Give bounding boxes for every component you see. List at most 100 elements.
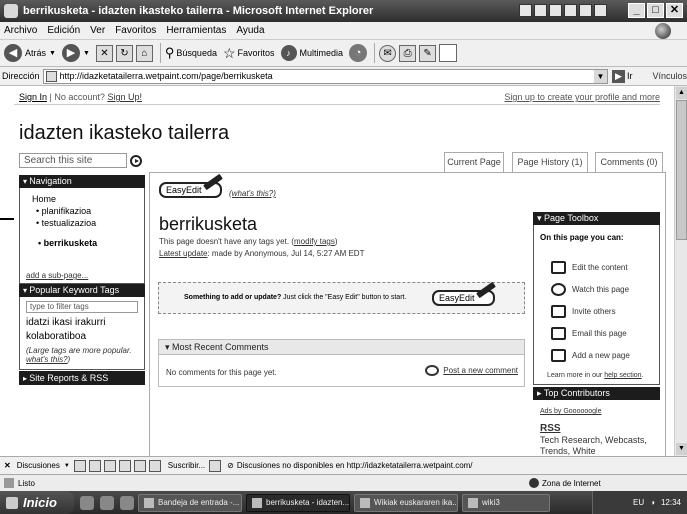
sign-up-link[interactable]: Sign Up! <box>107 92 142 102</box>
messenger-button[interactable] <box>439 44 458 62</box>
discussion-pane-icon[interactable] <box>209 459 222 472</box>
scroll-down-icon[interactable]: ▼ <box>676 443 687 455</box>
latest-update-link[interactable]: Latest update <box>159 249 207 258</box>
site-title[interactable]: idazten ikasteko tailerra <box>19 122 229 145</box>
tag-filter-input[interactable]: type to filter tags <box>26 301 138 313</box>
search-input[interactable]: Search this site <box>19 153 127 168</box>
tag-link[interactable]: ikasi <box>52 317 72 328</box>
add-subpage-link[interactable]: add a sub-page... <box>26 271 88 280</box>
vertical-scrollbar[interactable]: ▲ ▼ <box>674 86 687 456</box>
rss-ad-title[interactable]: RSS <box>540 423 561 434</box>
tags-whats-this-link[interactable]: what's this? <box>26 355 68 364</box>
easyedit-top-button[interactable]: EasyEdit <box>159 173 223 198</box>
globe-icon <box>529 478 539 488</box>
menu-tools[interactable]: Herramientas <box>166 25 226 36</box>
task-wiki3[interactable]: wiki3 <box>462 493 550 512</box>
scroll-thumb[interactable] <box>676 100 687 240</box>
search-go-button[interactable] <box>130 155 142 167</box>
favorites-button[interactable]: ☆ Favoritos <box>223 45 275 62</box>
add-page-button[interactable]: Add a new page <box>551 349 630 362</box>
navigation-header[interactable]: Navigation <box>19 175 145 188</box>
menu-favorites[interactable]: Favoritos <box>115 25 156 36</box>
email-page-button[interactable]: Email this page <box>551 327 627 340</box>
nav-item-home[interactable]: Home <box>32 194 144 204</box>
tab-current-page[interactable]: Current Page <box>444 152 504 172</box>
whats-this-link[interactable]: (what's this?) <box>229 189 276 198</box>
subscribe-button[interactable]: Suscribir... <box>168 461 205 470</box>
discussion-tool-icon[interactable] <box>88 459 101 472</box>
back-button[interactable]: ◀ Atrás ▼ <box>4 44 56 62</box>
menu-file[interactable]: Archivo <box>4 25 37 36</box>
comments-title: Most Recent Comments <box>172 342 269 352</box>
watch-page-button[interactable]: Watch this page <box>551 283 629 296</box>
tag-link[interactable]: irakurri <box>75 317 106 328</box>
task-browser[interactable]: berrikusketa - idazten... <box>246 493 350 512</box>
refresh-button[interactable]: ↻ <box>115 44 133 62</box>
menu-help[interactable]: Ayuda <box>236 25 264 36</box>
discussion-tool-icon[interactable] <box>133 459 146 472</box>
tag-link[interactable]: idatzi <box>26 317 49 328</box>
signup-profile-link[interactable]: Sign up to create your profile and more <box>504 92 660 102</box>
discussion-tool-icon[interactable] <box>73 459 86 472</box>
close-button[interactable]: ✕ <box>666 3 683 18</box>
print-button[interactable]: ⎙ <box>399 44 417 62</box>
no-tags-end: ) <box>334 237 338 246</box>
menu-view[interactable]: Ver <box>90 25 105 36</box>
modify-tags-link[interactable]: modify tags <box>294 237 335 246</box>
nav-item-berrikusketa[interactable]: • berrikusketa <box>32 238 144 248</box>
eye-icon <box>551 283 566 296</box>
menu-edit[interactable]: Edición <box>47 25 80 36</box>
multimedia-button[interactable]: ♪ Multimedia <box>280 45 343 61</box>
forward-button[interactable]: ▶ ▼ <box>61 44 90 62</box>
easyedit-button[interactable]: EasyEdit <box>432 281 496 306</box>
tray-icon-6 <box>594 4 607 17</box>
quicklaunch-icon[interactable] <box>80 495 94 510</box>
sign-in-link[interactable]: Sign In <box>19 92 47 102</box>
post-comment-link[interactable]: Post a new comment <box>425 365 518 376</box>
window-titlebar[interactable]: berrikusketa - idazten ikasteko tailerra… <box>0 0 687 22</box>
language-indicator[interactable]: EU <box>633 498 644 507</box>
task-wikiak[interactable]: Wikiak euskararen ika... <box>354 493 458 512</box>
discussion-tool-icon[interactable] <box>118 459 131 472</box>
stop-button[interactable]: ✕ <box>95 44 113 62</box>
nav-item-testualizazioa[interactable]: • testualizazioa <box>32 218 144 228</box>
home-button[interactable]: ⌂ <box>135 44 153 62</box>
site-reports-header[interactable]: Site Reports & RSS <box>19 371 145 385</box>
quicklaunch-icon[interactable] <box>100 495 114 510</box>
comments-header[interactable]: ▾ Most Recent Comments <box>159 340 524 355</box>
minimize-button[interactable]: _ <box>628 3 645 18</box>
history-button[interactable]: ◔ <box>349 44 368 62</box>
chevron-down-icon[interactable]: ▼ <box>593 69 607 83</box>
go-button[interactable]: ▶ Ir <box>611 69 632 83</box>
tab-comments[interactable]: Comments (0) <box>595 152 663 172</box>
volume-icon[interactable]: ◑ <box>650 498 655 507</box>
task-label: berrikusketa - idazten... <box>266 498 350 507</box>
help-section-link[interactable]: help section <box>604 372 641 379</box>
quicklaunch-icon[interactable] <box>120 495 134 510</box>
tags-header[interactable]: Popular Keyword Tags <box>19 284 145 297</box>
tag-cloud: idatzi ikasi irakurri kolaboratiboa <box>26 316 142 344</box>
chevron-down-icon[interactable]: ▼ <box>64 463 70 469</box>
discussion-tool-icon[interactable] <box>148 459 161 472</box>
url-input[interactable]: http://idazketatailerra.wetpaint.com/pag… <box>42 68 608 84</box>
tag-link[interactable]: kolaboratiboa <box>26 331 86 342</box>
close-discussion-icon[interactable]: ✕ <box>4 461 11 470</box>
links-button[interactable]: Vínculos <box>652 71 687 81</box>
tab-page-history[interactable]: Page History (1) <box>512 152 588 172</box>
start-button[interactable]: Inicio <box>0 491 74 514</box>
task-inbox[interactable]: Bandeja de entrada -... <box>138 493 242 512</box>
search-button[interactable]: ⚲ Búsqueda <box>165 45 217 61</box>
discussion-tool-icon[interactable] <box>103 459 116 472</box>
discussions-button[interactable]: Discusiones <box>17 461 60 470</box>
nav-item-planifikazioa[interactable]: • planifikazioa <box>32 206 144 216</box>
ads-link[interactable]: Ads by Goooooogle <box>540 408 602 415</box>
mail-button[interactable]: ✉ <box>379 44 397 62</box>
invite-others-button[interactable]: Invite others <box>551 305 616 318</box>
edit-page-button[interactable]: ✎ <box>419 44 437 62</box>
top-contributors-header[interactable]: ▸ Top Contributors <box>533 387 660 400</box>
maximize-button[interactable]: □ <box>647 3 664 18</box>
toolbox-header[interactable]: ▾ Page Toolbox <box>533 212 660 225</box>
edit-content-button[interactable]: Edit the content <box>551 261 628 274</box>
scroll-up-icon[interactable]: ▲ <box>676 87 687 99</box>
account-links: Sign In | No account? Sign Up! <box>19 92 142 102</box>
